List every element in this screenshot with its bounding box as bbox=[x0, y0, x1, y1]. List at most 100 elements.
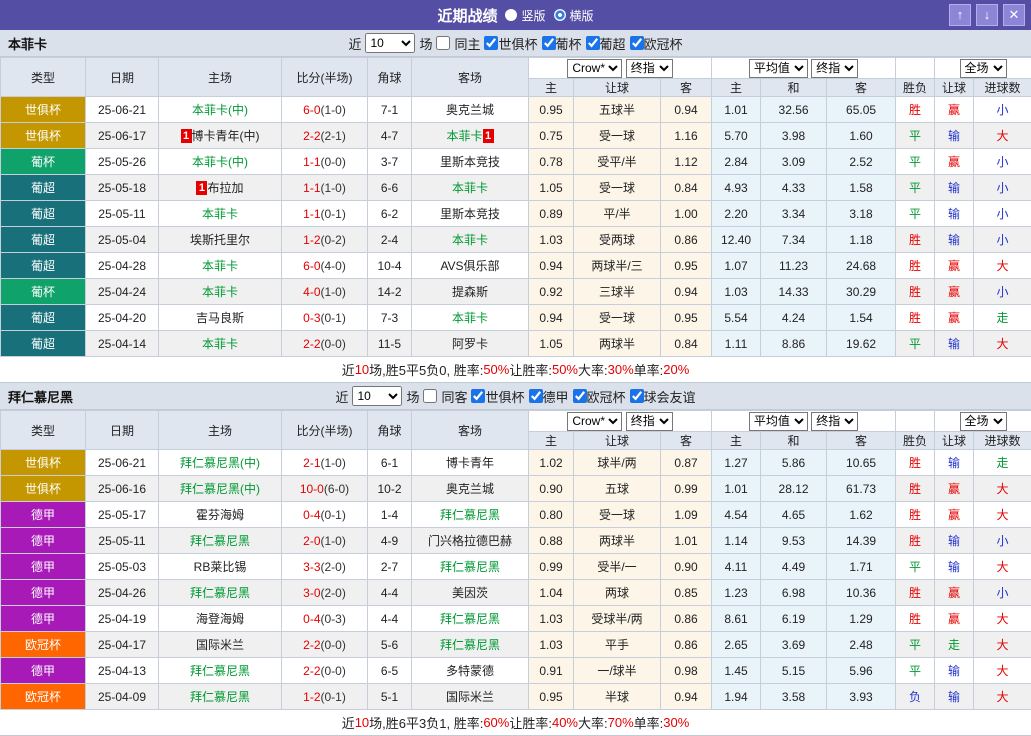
bookmaker-select[interactable]: Crow* bbox=[567, 59, 622, 78]
corner-score: 6-5 bbox=[368, 658, 412, 684]
league-filter-checkbox[interactable] bbox=[573, 389, 587, 403]
corner-score: 4-7 bbox=[368, 123, 412, 149]
avg-home-odds: 5.54 bbox=[712, 305, 761, 331]
scope-select[interactable]: 全场 bbox=[960, 59, 1007, 78]
home-team: 霍芬海姆 bbox=[159, 502, 282, 528]
result-handicap: 赢 bbox=[935, 149, 974, 175]
corner-score: 10-4 bbox=[368, 253, 412, 279]
handicap-away-odds: 0.94 bbox=[661, 97, 712, 123]
result-outcome: 平 bbox=[896, 149, 935, 175]
same-venue-checkbox[interactable] bbox=[436, 36, 450, 50]
league-filter-checkbox[interactable] bbox=[630, 36, 644, 50]
handicap-home-odds: 1.03 bbox=[529, 227, 574, 253]
handicap-away-odds: 0.84 bbox=[661, 175, 712, 201]
handicap-home-odds: 0.89 bbox=[529, 201, 574, 227]
bookmaker-select[interactable]: Crow* bbox=[567, 412, 622, 431]
home-team: 埃斯托里尔 bbox=[159, 227, 282, 253]
home-team: 本菲卡 bbox=[159, 279, 282, 305]
match-row: 德甲25-05-17霍芬海姆0-4(0-1)1-4拜仁慕尼黑0.80受一球1.0… bbox=[1, 502, 1031, 528]
result-handicap: 赢 bbox=[935, 502, 974, 528]
close-button[interactable]: ✕ bbox=[1003, 4, 1025, 26]
league-filter-checkbox[interactable] bbox=[630, 389, 644, 403]
handicap-home-odds: 0.75 bbox=[529, 123, 574, 149]
handicap-home-odds: 1.03 bbox=[529, 606, 574, 632]
handicap-home-odds: 0.94 bbox=[529, 253, 574, 279]
league-badge: 葡杯 bbox=[1, 149, 86, 175]
avg-select[interactable]: 平均值 bbox=[749, 59, 808, 78]
same-venue-checkbox[interactable] bbox=[423, 389, 437, 403]
col-header-avg-away: 客 bbox=[827, 79, 896, 97]
radio-icon[interactable] bbox=[505, 9, 517, 21]
result-handicap: 赢 bbox=[935, 279, 974, 305]
score: 3-0(2-0) bbox=[282, 580, 368, 606]
avg-away-odds: 2.48 bbox=[827, 632, 896, 658]
match-row: 世俱杯25-06-171博卡青年(中)2-2(2-1)4-7本菲卡10.75受一… bbox=[1, 123, 1031, 149]
games-count-select[interactable]: 10 bbox=[365, 33, 415, 53]
avg-home-odds: 2.20 bbox=[712, 201, 761, 227]
result-outcome: 胜 bbox=[896, 476, 935, 502]
result-outcome: 平 bbox=[896, 331, 935, 357]
avg-select[interactable]: 平均值 bbox=[749, 412, 808, 431]
handicap-line: 受一球 bbox=[574, 123, 661, 149]
away-team: 多特蒙德 bbox=[412, 658, 529, 684]
avg-time-select[interactable]: 终指 bbox=[811, 59, 858, 78]
score: 6-0(1-0) bbox=[282, 97, 368, 123]
summary-stat-value: 30% bbox=[608, 362, 634, 377]
move-down-button[interactable]: ↓ bbox=[976, 4, 998, 26]
league-filter-checkbox[interactable] bbox=[586, 36, 600, 50]
avg-away-odds: 3.93 bbox=[827, 684, 896, 710]
avg-home-odds: 1.27 bbox=[712, 450, 761, 476]
games-count-select[interactable]: 10 bbox=[352, 386, 402, 406]
scope-dropdown-cell: 全场 bbox=[935, 411, 1031, 432]
away-team: 提森斯 bbox=[412, 279, 529, 305]
match-date: 25-05-04 bbox=[86, 227, 159, 253]
score: 2-2(0-0) bbox=[282, 331, 368, 357]
move-up-button[interactable]: ↑ bbox=[949, 4, 971, 26]
scope-select[interactable]: 全场 bbox=[960, 412, 1007, 431]
handicap-home-odds: 0.99 bbox=[529, 554, 574, 580]
result-handicap: 输 bbox=[935, 528, 974, 554]
odds-time-select[interactable]: 终指 bbox=[626, 412, 673, 431]
scope-dropdown-cell: 全场 bbox=[935, 58, 1031, 79]
avg-draw-odds: 4.65 bbox=[761, 502, 827, 528]
result-outcome: 胜 bbox=[896, 97, 935, 123]
col-header-corner: 角球 bbox=[368, 411, 412, 450]
handicap-away-odds: 1.16 bbox=[661, 123, 712, 149]
avg-time-select[interactable]: 终指 bbox=[811, 412, 858, 431]
handicap-line: 受两球 bbox=[574, 227, 661, 253]
page-title: 近期战绩 bbox=[437, 5, 497, 26]
league-filter-checkbox[interactable] bbox=[471, 389, 485, 403]
score: 0-4(0-3) bbox=[282, 606, 368, 632]
league-filter-checkbox[interactable] bbox=[484, 36, 498, 50]
corner-score: 4-4 bbox=[368, 580, 412, 606]
match-row: 葡超25-04-14本菲卡2-2(0-0)11-5阿罗卡1.05两球半0.841… bbox=[1, 331, 1031, 357]
odds-time-select[interactable]: 终指 bbox=[626, 59, 673, 78]
col-header-outcome: 胜负 bbox=[896, 432, 935, 450]
layout-radio-vertical[interactable]: 竖版 bbox=[505, 7, 545, 24]
handicap-away-odds: 0.84 bbox=[661, 331, 712, 357]
match-row: 欧冠杯25-04-09拜仁慕尼黑1-2(0-1)5-1国际米兰0.95半球0.9… bbox=[1, 684, 1031, 710]
league-filter-checkbox[interactable] bbox=[542, 36, 556, 50]
col-header-goals-result: 进球数 bbox=[974, 79, 1031, 97]
league-filter-checkbox[interactable] bbox=[529, 389, 543, 403]
col-header-date: 日期 bbox=[86, 58, 159, 97]
col-header-ah-line: 让球 bbox=[574, 432, 661, 450]
league-badge: 葡超 bbox=[1, 331, 86, 357]
bayern-summary: 近10场,胜6平3负1, 胜率:60% 让胜率:40% 大率:70% 单率:30… bbox=[0, 710, 1031, 736]
result-goals: 小 bbox=[974, 201, 1031, 227]
result-handicap: 输 bbox=[935, 227, 974, 253]
avg-draw-odds: 7.34 bbox=[761, 227, 827, 253]
handicap-away-odds: 0.94 bbox=[661, 279, 712, 305]
match-date: 25-04-19 bbox=[86, 606, 159, 632]
match-date: 25-04-13 bbox=[86, 658, 159, 684]
col-header-date: 日期 bbox=[86, 411, 159, 450]
league-badge: 葡超 bbox=[1, 305, 86, 331]
handicap-line: 受一球 bbox=[574, 305, 661, 331]
match-row: 德甲25-04-13拜仁慕尼黑2-2(0-0)6-5多特蒙德0.91一/球半0.… bbox=[1, 658, 1031, 684]
radio-selected-icon[interactable] bbox=[554, 9, 566, 21]
handicap-home-odds: 0.88 bbox=[529, 528, 574, 554]
avg-draw-odds: 6.98 bbox=[761, 580, 827, 606]
layout-radio-horizontal[interactable]: 横版 bbox=[554, 7, 594, 24]
match-date: 25-05-26 bbox=[86, 149, 159, 175]
handicap-line: 受平/半 bbox=[574, 149, 661, 175]
